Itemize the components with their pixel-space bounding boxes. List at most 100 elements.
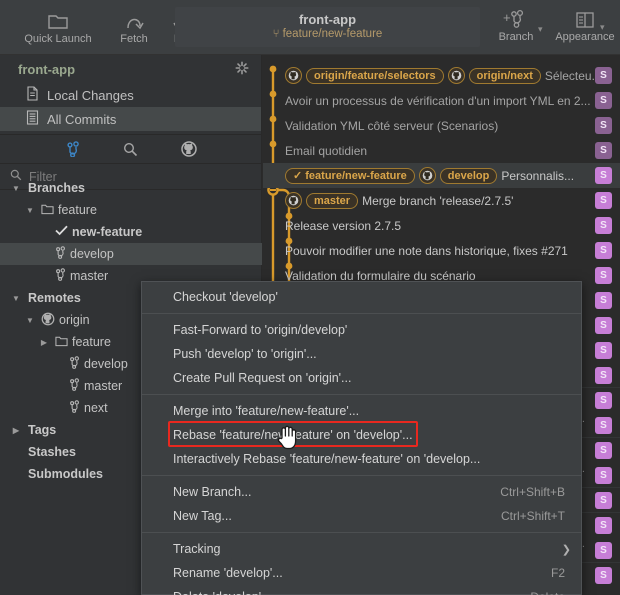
ref-badge[interactable]: origin/feature/selectors xyxy=(306,67,444,84)
tree-item-label: Submodules xyxy=(28,467,104,481)
menu-item-new-tag[interactable]: New Tag... Ctrl+Shift+T xyxy=(142,504,581,528)
menu-item-rename-develop[interactable]: Rename 'develop'... F2 xyxy=(142,561,581,585)
chevron-down-icon[interactable]: ▼ xyxy=(22,316,38,325)
layout-icon xyxy=(574,7,596,29)
menu-item-new-branch[interactable]: New Branch... Ctrl+Shift+B xyxy=(142,480,581,504)
avatar[interactable]: S xyxy=(595,367,612,384)
ref-badge[interactable]: ✓ feature/new-feature xyxy=(285,167,415,184)
gear-icon[interactable] xyxy=(235,61,249,75)
tree-item-feature[interactable]: ▼ feature xyxy=(0,199,262,221)
branch-button[interactable]: + Branch xyxy=(492,5,540,45)
sidebar-item-label: Local Changes xyxy=(47,87,134,103)
sidebar-item-local-changes[interactable]: Local Changes xyxy=(0,83,261,107)
menu-item-delete-develop[interactable]: Delete 'develop'... Delete xyxy=(142,585,581,595)
chevron-down-icon[interactable]: ▼ xyxy=(8,184,24,193)
github-icon xyxy=(285,67,302,84)
branch-context-menu[interactable]: Checkout 'develop' Fast-Forward to 'origi… xyxy=(141,281,582,595)
tree-item-label: master xyxy=(84,379,123,393)
commit-row[interactable]: Email quotidien xyxy=(263,138,620,163)
avatar[interactable]: S xyxy=(595,142,612,159)
chevron-right-icon[interactable]: ▶ xyxy=(36,338,52,347)
tree-item-label: Stashes xyxy=(28,445,76,459)
branch-icon xyxy=(55,268,66,284)
menu-item-merge-into-feature-new-feature[interactable]: Merge into 'feature/new-feature'... xyxy=(142,399,581,423)
chevron-right-icon: ❯ xyxy=(561,543,571,556)
avatar[interactable]: S xyxy=(595,217,612,234)
commit-message: Validation YML côté serveur (Scenarios) xyxy=(285,118,499,133)
avatar[interactable]: S xyxy=(595,492,612,509)
menu-item-checkout-develop[interactable]: Checkout 'develop' xyxy=(142,285,581,309)
menu-separator xyxy=(142,475,581,476)
appearance-label: Appearance xyxy=(555,31,615,43)
menu-item-label: Merge into 'feature/new-feature'... xyxy=(173,404,360,418)
commit-row[interactable]: origin/feature/selectors origin/next Sélec… xyxy=(263,63,620,88)
ref-badge[interactable]: develop xyxy=(439,167,498,184)
github-icon xyxy=(41,312,55,329)
tree-item-label: master xyxy=(70,269,109,283)
menu-item-shortcut: Ctrl+Shift+B xyxy=(500,485,565,499)
avatar[interactable]: S xyxy=(595,192,612,209)
menu-item-push-develop-to-origin[interactable]: Push 'develop' to 'origin'... xyxy=(142,342,581,366)
folder-icon xyxy=(55,335,68,350)
menu-item-label: Rebase 'feature/new-feature' on 'develop… xyxy=(173,428,413,442)
avatar[interactable]: S xyxy=(595,517,612,534)
branch-chevron-down-icon[interactable]: ▾ xyxy=(538,24,543,35)
commit-row[interactable]: Validation YML côté serveur (Scenarios) xyxy=(263,113,620,138)
avatar[interactable]: S xyxy=(595,267,612,284)
menu-item-interactively-rebase-feature-new-feature-on-develop[interactable]: Interactively Rebase 'feature/new-featur… xyxy=(142,447,581,471)
appearance-button[interactable]: Appearance xyxy=(552,5,618,45)
avatar[interactable]: S xyxy=(595,467,612,484)
avatar[interactable]: S xyxy=(595,342,612,359)
commit-message: Merge branch 'release/2.7.5' xyxy=(362,193,514,208)
avatar[interactable]: S xyxy=(595,92,612,109)
tab-branches[interactable] xyxy=(64,140,82,158)
branch-icon xyxy=(55,246,66,262)
chevron-down-icon[interactable]: ▼ xyxy=(8,294,24,303)
tab-github[interactable] xyxy=(180,140,198,158)
new-branch-icon: + xyxy=(503,7,529,29)
commit-row[interactable]: Avoir un processus de vérification d'un … xyxy=(263,88,620,113)
fetch-button[interactable]: Fetch xyxy=(108,7,160,47)
tree-item-develop[interactable]: develop xyxy=(0,243,262,265)
repository-branch-label: feature/new-feature xyxy=(282,28,383,40)
branch-icon xyxy=(69,400,80,416)
tree-item-new-feature[interactable]: new-feature xyxy=(0,221,262,243)
avatar[interactable]: S xyxy=(595,542,612,559)
tab-search[interactable] xyxy=(122,140,140,158)
tree-item-label: next xyxy=(84,401,108,415)
tree-item-label: Tags xyxy=(28,423,57,437)
commit-row[interactable]: master Merge branch 'release/2.7.5' xyxy=(263,188,620,213)
menu-item-rebase-feature-new-feature-on-develop[interactable]: Rebase 'feature/new-feature' on 'develop… xyxy=(142,423,581,447)
menu-item-label: Create Pull Request on 'origin'... xyxy=(173,371,352,385)
menu-item-create-pull-request-on-origin[interactable]: Create Pull Request on 'origin'... xyxy=(142,366,581,390)
avatar[interactable]: S xyxy=(595,117,612,134)
main-toolbar: Quick Launch Fetch Pull front-app ⑂ feat… xyxy=(0,0,620,55)
commit-row[interactable]: Release version 2.7.5 xyxy=(263,213,620,238)
ref-badge[interactable]: origin/next xyxy=(468,67,541,84)
checkmark-icon xyxy=(55,225,68,239)
repository-selector[interactable]: front-app ⑂ feature/new-feature xyxy=(175,7,480,47)
avatar[interactable]: S xyxy=(595,417,612,434)
commit-row[interactable]: Pouvoir modifier une note dans historiqu… xyxy=(263,238,620,263)
avatar[interactable]: S xyxy=(595,567,612,584)
quick-launch-button[interactable]: Quick Launch xyxy=(8,7,108,47)
avatar[interactable]: S xyxy=(595,292,612,309)
avatar[interactable]: S xyxy=(595,67,612,84)
sidebar-item-all-commits[interactable]: All Commits xyxy=(0,107,261,131)
ref-badge[interactable]: master xyxy=(306,192,359,209)
avatar[interactable]: S xyxy=(595,392,612,409)
menu-item-fast-forward-to-origin-develop[interactable]: Fast-Forward to 'origin/develop' xyxy=(142,318,581,342)
commit-row[interactable]: ✓ feature/new-feature develop Personnalis.… xyxy=(263,163,620,188)
avatar[interactable]: S xyxy=(595,442,612,459)
appearance-chevron-down-icon[interactable]: ▾ xyxy=(600,22,605,33)
commit-message: Pouvoir modifier une note dans historiqu… xyxy=(285,243,568,258)
menu-item-tracking[interactable]: Tracking ❯ xyxy=(142,537,581,561)
chevron-right-icon[interactable]: ▶ xyxy=(8,426,24,435)
avatar[interactable]: S xyxy=(595,242,612,259)
repository-name: front-app xyxy=(298,12,357,27)
avatar[interactable]: S xyxy=(595,317,612,334)
menu-item-label: Checkout 'develop' xyxy=(173,290,278,304)
chevron-down-icon[interactable]: ▼ xyxy=(22,206,38,215)
tree-item-branches[interactable]: ▼ Branches xyxy=(0,177,262,199)
avatar[interactable]: S xyxy=(595,167,612,184)
